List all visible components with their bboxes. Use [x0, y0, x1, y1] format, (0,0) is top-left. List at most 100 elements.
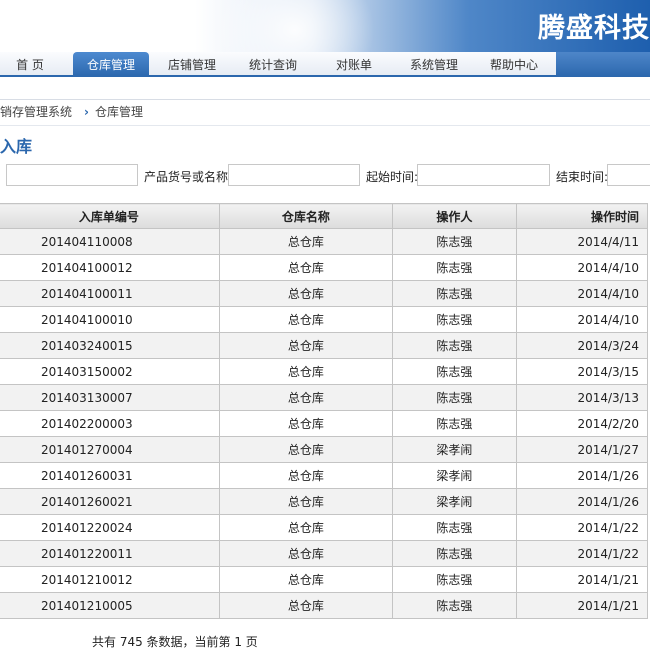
- cell-time: 2014/3/24: [515, 332, 649, 359]
- breadcrumb-root[interactable]: 销存管理系统: [0, 105, 72, 119]
- cell-warehouse: 总仓库: [218, 358, 394, 385]
- product-input[interactable]: [228, 164, 360, 186]
- cell-operator: 梁孝闹: [392, 488, 517, 515]
- table-row[interactable]: 201401260031 总仓库 梁孝闹 2014/1/26: [0, 462, 649, 489]
- cell-time: 2014/1/27: [515, 436, 649, 463]
- cell-warehouse: 总仓库: [218, 566, 394, 593]
- cell-warehouse: 总仓库: [218, 514, 394, 541]
- filter-bar: 产品货号或名称: 起始时间: 结束时间:: [0, 162, 650, 188]
- nav-right-fill: [556, 52, 650, 77]
- header-banner: 腾盛科技: [0, 0, 650, 52]
- cell-order-number[interactable]: 201404100010: [0, 306, 220, 333]
- cell-operator: 陈志强: [392, 410, 517, 437]
- nav-statement[interactable]: 对账单: [316, 52, 392, 77]
- nav-home[interactable]: 首 页: [0, 52, 60, 77]
- table-row[interactable]: 201401220024 总仓库 陈志强 2014/1/22: [0, 514, 649, 541]
- col-warehouse-name[interactable]: 仓库名称: [218, 203, 394, 229]
- breadcrumb-current: 仓库管理: [94, 105, 143, 119]
- cell-operator: 梁孝闹: [392, 436, 517, 463]
- cell-time: 2014/1/26: [515, 488, 649, 515]
- cell-time: 2014/3/15: [515, 358, 649, 385]
- table-row[interactable]: 201404100010 总仓库 陈志强 2014/4/10: [0, 306, 649, 333]
- banner-highlight: [215, 0, 375, 52]
- end-time-input[interactable]: [607, 164, 650, 186]
- cell-warehouse: 总仓库: [218, 540, 394, 567]
- cell-time: 2014/4/10: [515, 280, 649, 307]
- cell-operator: 陈志强: [392, 254, 517, 281]
- cell-order-number[interactable]: 201401260031: [0, 462, 220, 489]
- table-row[interactable]: 201403130007 总仓库 陈志强 2014/3/13: [0, 384, 649, 411]
- cell-operator: 陈志强: [392, 306, 517, 333]
- nav-store[interactable]: 店铺管理: [154, 52, 230, 77]
- cell-warehouse: 总仓库: [218, 436, 394, 463]
- main-nav: 首 页 仓库管理 店铺管理 统计查询 对账单 系统管理 帮助中心: [0, 52, 650, 77]
- cell-time: 2014/1/22: [515, 540, 649, 567]
- cell-warehouse: 总仓库: [218, 592, 394, 619]
- cell-order-number[interactable]: 201401220024: [0, 514, 220, 541]
- table-row[interactable]: 201401210012 总仓库 陈志强 2014/1/21: [0, 566, 649, 593]
- cell-time: 2014/4/10: [515, 306, 649, 333]
- table-row[interactable]: 201401220011 总仓库 陈志强 2014/1/22: [0, 540, 649, 567]
- col-operator[interactable]: 操作人: [392, 203, 517, 229]
- cell-order-number[interactable]: 201401210012: [0, 566, 220, 593]
- cell-order-number[interactable]: 201403240015: [0, 332, 220, 359]
- cell-order-number[interactable]: 201401210005: [0, 592, 220, 619]
- cell-warehouse: 总仓库: [218, 228, 394, 255]
- cell-order-number[interactable]: 201404110008: [0, 228, 220, 255]
- cell-time: 2014/1/21: [515, 566, 649, 593]
- cell-operator: 陈志强: [392, 332, 517, 359]
- pagination-summary: 共有 745 条数据，当前第 1 页: [92, 635, 258, 649]
- cell-operator: 陈志强: [392, 514, 517, 541]
- cell-operator: 陈志强: [392, 592, 517, 619]
- cell-order-number[interactable]: 201403130007: [0, 384, 220, 411]
- cell-warehouse: 总仓库: [218, 306, 394, 333]
- cell-order-number[interactable]: 201402200003: [0, 410, 220, 437]
- table-row[interactable]: 201401270004 总仓库 梁孝闹 2014/1/27: [0, 436, 649, 463]
- order-number-input[interactable]: [6, 164, 138, 186]
- table-row[interactable]: 201402200003 总仓库 陈志强 2014/2/20: [0, 410, 649, 437]
- cell-warehouse: 总仓库: [218, 280, 394, 307]
- cell-order-number[interactable]: 201404100011: [0, 280, 220, 307]
- table-row[interactable]: 201401210005 总仓库 陈志强 2014/1/21: [0, 592, 649, 619]
- cell-warehouse: 总仓库: [218, 384, 394, 411]
- start-time-input[interactable]: [417, 164, 550, 186]
- cell-warehouse: 总仓库: [218, 332, 394, 359]
- cell-warehouse: 总仓库: [218, 488, 394, 515]
- table-row[interactable]: 201401260021 总仓库 梁孝闹 2014/1/26: [0, 488, 649, 515]
- inbound-table: 入库单编号 仓库名称 操作人 操作时间 201404110008 总仓库 陈志强…: [0, 203, 649, 619]
- cell-order-number[interactable]: 201401220011: [0, 540, 220, 567]
- col-operation-time[interactable]: 操作时间: [515, 203, 649, 229]
- cell-operator: 陈志强: [392, 358, 517, 385]
- breadcrumb: 销存管理系统 › 仓库管理: [0, 100, 143, 124]
- table-row[interactable]: 201404100012 总仓库 陈志强 2014/4/10: [0, 254, 649, 281]
- cell-warehouse: 总仓库: [218, 254, 394, 281]
- cell-time: 2014/4/10: [515, 254, 649, 281]
- table-row[interactable]: 201403150002 总仓库 陈志强 2014/3/15: [0, 358, 649, 385]
- page-title: 入库: [0, 137, 33, 156]
- nav-help[interactable]: 帮助中心: [476, 52, 552, 77]
- cell-order-number[interactable]: 201403150002: [0, 358, 220, 385]
- cell-time: 2014/4/11: [515, 228, 649, 255]
- cell-order-number[interactable]: 201401260021: [0, 488, 220, 515]
- product-label: 产品货号或名称:: [144, 170, 233, 184]
- nav-system[interactable]: 系统管理: [396, 52, 472, 77]
- table-row[interactable]: 201404110008 总仓库 陈志强 2014/4/11: [0, 228, 649, 255]
- brand-logo-text: 腾盛科技: [538, 13, 650, 44]
- cell-time: 2014/3/13: [515, 384, 649, 411]
- nav-statistics[interactable]: 统计查询: [235, 52, 311, 77]
- start-time-label: 起始时间:: [366, 170, 419, 184]
- cell-order-number[interactable]: 201404100012: [0, 254, 220, 281]
- cell-operator: 陈志强: [392, 280, 517, 307]
- cell-time: 2014/1/21: [515, 592, 649, 619]
- cell-order-number[interactable]: 201401270004: [0, 436, 220, 463]
- table-row[interactable]: 201403240015 总仓库 陈志强 2014/3/24: [0, 332, 649, 359]
- cell-operator: 陈志强: [392, 228, 517, 255]
- cell-warehouse: 总仓库: [218, 462, 394, 489]
- table-row[interactable]: 201404100011 总仓库 陈志强 2014/4/10: [0, 280, 649, 307]
- nav-warehouse[interactable]: 仓库管理: [73, 52, 149, 77]
- end-time-label: 结束时间:: [556, 170, 609, 184]
- cell-time: 2014/1/22: [515, 514, 649, 541]
- col-order-number[interactable]: 入库单编号: [0, 203, 220, 229]
- cell-operator: 陈志强: [392, 566, 517, 593]
- cell-time: 2014/1/26: [515, 462, 649, 489]
